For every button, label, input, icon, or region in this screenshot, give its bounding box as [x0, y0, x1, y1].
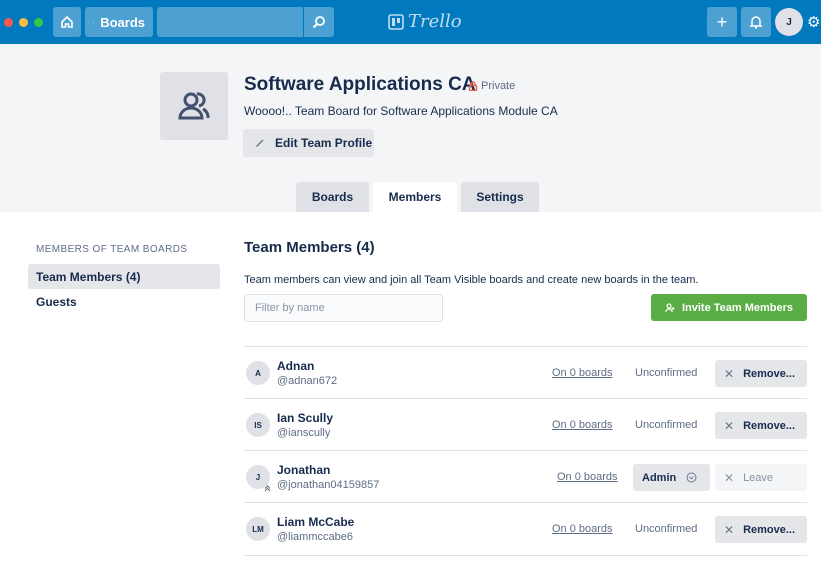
member-initials: LM [252, 524, 264, 534]
leave-team-button[interactable]: ✕ Leave [715, 464, 807, 491]
tab-settings[interactable]: Settings [461, 182, 539, 212]
home-icon [61, 15, 73, 28]
invite-team-members-button[interactable]: Invite Team Members [651, 294, 807, 321]
chevron-down-circle-icon [686, 472, 697, 483]
member-avatar[interactable]: A [246, 361, 270, 385]
lock-icon [468, 81, 478, 91]
filter-by-name-input[interactable] [244, 294, 443, 322]
sidebar-item-team-members[interactable]: Team Members (4) [28, 264, 220, 289]
sidebar-item-label: Team Members (4) [36, 269, 141, 284]
member-initials: J [255, 472, 261, 482]
gear-icon[interactable]: ⚙ [807, 7, 821, 37]
close-icon: ✕ [724, 366, 735, 381]
user-avatar-initial: J [786, 16, 792, 28]
sidebar-item-label: Guests [36, 294, 77, 309]
pencil-icon [256, 139, 264, 147]
sidebar-heading: MEMBERS OF TEAM BOARDS [36, 244, 188, 255]
member-boards-link[interactable]: On 0 boards [552, 419, 613, 431]
members-title: Team Members (4) [244, 239, 375, 256]
member-row: LM Liam McCabe @liammccabe6 On 0 boards … [244, 503, 807, 555]
member-name: Liam McCabe [277, 515, 355, 529]
member-initials: A [255, 368, 261, 378]
member-username: @ianscully [277, 427, 331, 439]
member-row: A Adnan @adnan672 On 0 boards Unconfirme… [244, 347, 807, 399]
search-button[interactable] [304, 7, 334, 37]
tab-members[interactable]: Members [373, 182, 457, 212]
tab-members-label: Members [388, 190, 442, 204]
team-description: Woooo!.. Team Board for Software Applica… [244, 104, 558, 118]
minimize-window-button[interactable] [19, 17, 28, 27]
admin-chevron-icon [264, 485, 271, 492]
member-row: J Jonathan @jonathan04159857 On 0 boards… [244, 451, 807, 503]
remove-member-button[interactable]: ✕ Remove... [715, 516, 807, 543]
remove-label: Remove... [743, 419, 796, 432]
search-icon [312, 16, 325, 29]
trello-logo-icon [388, 13, 404, 30]
visibility-label: Private [481, 80, 516, 92]
close-icon: ✕ [724, 522, 735, 537]
member-name: Jonathan [277, 463, 331, 477]
remove-member-button[interactable]: ✕ Remove... [715, 360, 807, 387]
member-name: Ian Scully [277, 411, 334, 425]
remove-member-button[interactable]: ✕ Remove... [715, 412, 807, 439]
user-avatar[interactable]: J [775, 8, 803, 36]
visibility-badge[interactable]: Private [468, 80, 515, 92]
sidebar-item-guests[interactable]: Guests [28, 289, 220, 314]
member-boards-link[interactable]: On 0 boards [552, 523, 613, 535]
team-logo[interactable] [160, 72, 228, 140]
member-username: @adnan672 [277, 375, 338, 387]
member-initials: IS [254, 420, 262, 430]
member-avatar[interactable]: LM [246, 517, 270, 541]
create-button[interactable]: + [707, 7, 737, 37]
tab-boards[interactable]: Boards [296, 182, 369, 212]
member-name: Adnan [277, 359, 315, 373]
tab-boards-label: Boards [311, 190, 354, 204]
add-person-icon [665, 302, 675, 312]
tab-settings-label: Settings [476, 190, 524, 204]
notifications-button[interactable] [741, 7, 771, 37]
remove-label: Remove... [743, 367, 796, 380]
members-description: Team members can view and join all Team … [244, 274, 699, 286]
trello-logo[interactable]: Trello [388, 11, 462, 32]
member-status: Unconfirmed [635, 523, 698, 535]
admin-role-label: Admin [642, 471, 677, 484]
window-controls [4, 17, 43, 27]
edit-team-profile-button[interactable]: Edit Team Profile [243, 129, 374, 157]
member-boards-link[interactable]: On 0 boards [552, 367, 613, 379]
invite-button-label: Invite Team Members [681, 301, 794, 314]
logo-text: Trello [408, 11, 462, 32]
team-name: Software Applications CA [244, 74, 476, 95]
close-window-button[interactable] [4, 17, 13, 27]
member-status: Unconfirmed [635, 419, 698, 431]
top-navigation-bar: Boards Trello + J ⚙ [0, 0, 821, 44]
bell-icon [749, 16, 763, 29]
divider [244, 555, 807, 556]
home-button[interactable] [53, 7, 81, 37]
edit-team-profile-label: Edit Team Profile [275, 136, 373, 150]
boards-icon [93, 21, 95, 23]
close-icon: ✕ [724, 470, 735, 485]
member-row: IS Ian Scully @ianscully On 0 boards Unc… [244, 399, 807, 451]
boards-button[interactable]: Boards [85, 7, 153, 37]
team-people-icon [178, 92, 210, 120]
close-icon: ✕ [724, 418, 735, 433]
plus-icon: + [716, 11, 728, 32]
member-status: Unconfirmed [635, 367, 698, 379]
member-boards-link[interactable]: On 0 boards [557, 471, 618, 483]
search-input[interactable] [157, 7, 303, 37]
member-username: @jonathan04159857 [277, 479, 380, 491]
team-header: Software Applications CA Private Woooo!.… [0, 44, 821, 212]
member-username: @liammccabe6 [277, 531, 353, 543]
boards-button-label: Boards [100, 14, 145, 30]
admin-role-button[interactable]: Admin [633, 464, 710, 491]
remove-label: Remove... [743, 523, 796, 536]
leave-label: Leave [743, 471, 774, 484]
team-tabs: Boards Members Settings [296, 182, 539, 212]
zoom-window-button[interactable] [34, 17, 43, 27]
member-avatar[interactable]: IS [246, 413, 270, 437]
